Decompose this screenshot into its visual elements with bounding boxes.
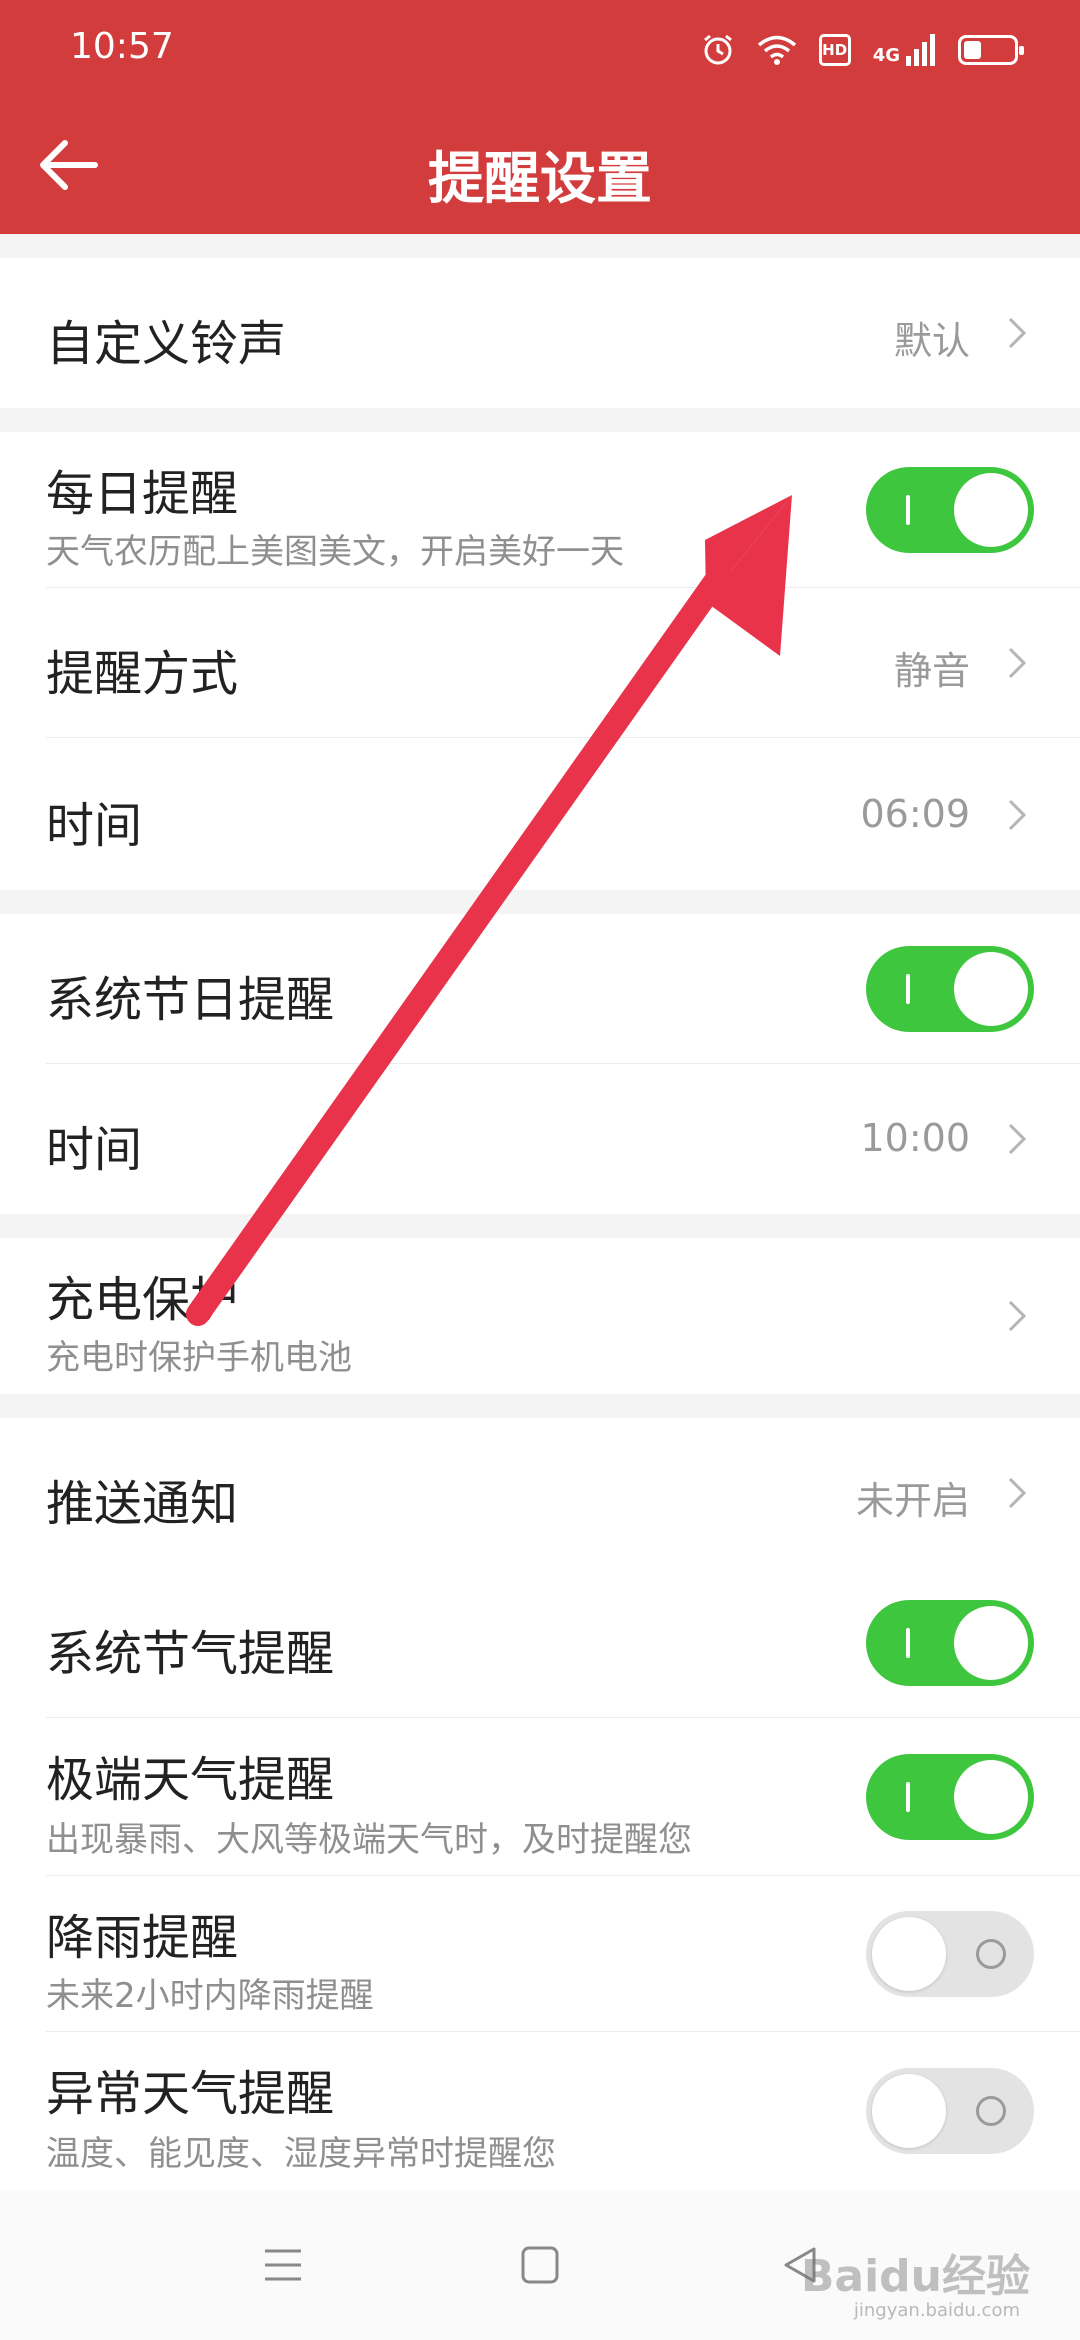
daily-reminder-subtitle: 天气农历配上美图美文，开启美好一天: [46, 532, 624, 572]
charging-protection-row[interactable]: 充电保护 充电时保护手机电池: [0, 1238, 1080, 1394]
custom-ringtone-value: 默认: [893, 319, 970, 363]
solar-term-reminder-toggle[interactable]: [866, 1600, 1034, 1686]
chevron-right-icon: [1008, 1477, 1027, 1509]
extreme-weather-toggle[interactable]: [866, 1754, 1034, 1840]
watermark-url: jingyan.baidu.com: [853, 2300, 1020, 2321]
solar-term-reminder-row: 系统节气提醒: [0, 1568, 1080, 1718]
menu-button[interactable]: [248, 2230, 318, 2300]
chevron-right-icon: [1008, 1300, 1027, 1332]
wifi-icon: [757, 35, 796, 65]
daily-reminder-toggle[interactable]: [866, 467, 1034, 553]
status-time: 10:57: [70, 26, 174, 67]
hd-badge: HD: [818, 34, 851, 66]
watermark-logo: Baidu经验: [800, 2251, 1030, 2302]
status-icons: HD 4G: [701, 28, 1024, 72]
daily-reminder-label: 每日提醒: [46, 466, 239, 522]
push-notification-value: 未开启: [855, 1479, 970, 1523]
holiday-time-label: 时间: [46, 1122, 143, 1178]
rain-reminder-subtitle: 未来2小时内降雨提醒: [46, 1976, 374, 2016]
extreme-weather-label: 极端天气提醒: [46, 1752, 335, 1808]
holiday-reminder-label: 系统节日提醒: [46, 972, 335, 1028]
battery-icon: [958, 35, 1024, 65]
custom-ringtone-label: 自定义铃声: [46, 316, 287, 372]
extreme-weather-subtitle: 出现暴雨、大风等极端天气时，及时提醒您: [46, 1820, 692, 1860]
solar-term-reminder-label: 系统节气提醒: [46, 1626, 335, 1682]
abnormal-weather-row: 异常天气提醒 温度、能见度、湿度异常时提醒您: [0, 2032, 1080, 2190]
custom-ringtone-row[interactable]: 自定义铃声 默认: [0, 258, 1080, 408]
reminder-method-label: 提醒方式: [46, 646, 239, 702]
reminder-method-value: 静音: [893, 649, 970, 693]
extreme-weather-row: 极端天气提醒 出现暴雨、大风等极端天气时，及时提醒您: [0, 1718, 1080, 1876]
holiday-time-row[interactable]: 时间 10:00: [0, 1064, 1080, 1214]
push-notification-row[interactable]: 推送通知 未开启: [0, 1418, 1080, 1568]
chevron-right-icon: [1008, 647, 1027, 679]
abnormal-weather-label: 异常天气提醒: [46, 2066, 335, 2122]
abnormal-weather-subtitle: 温度、能见度、湿度异常时提醒您: [46, 2134, 556, 2174]
chevron-right-icon: [1008, 317, 1027, 349]
signal-icon: 4G: [873, 34, 936, 66]
holiday-reminder-toggle[interactable]: [866, 946, 1034, 1032]
charging-protection-subtitle: 充电时保护手机电池: [46, 1338, 352, 1378]
app-header: 10:57 HD 4G 提醒设置: [0, 0, 1080, 234]
push-notification-label: 推送通知: [46, 1476, 239, 1532]
rain-reminder-label: 降雨提醒: [46, 1910, 239, 1966]
daily-time-value: 06:09: [860, 792, 970, 836]
abnormal-weather-toggle[interactable]: [866, 2068, 1034, 2154]
daily-time-row[interactable]: 时间 06:09: [0, 738, 1080, 890]
menu-icon: [265, 2249, 301, 2281]
daily-reminder-row: 每日提醒 天气农历配上美图美文，开启美好一天: [0, 432, 1080, 588]
holiday-reminder-row: 系统节日提醒: [0, 914, 1080, 1064]
chevron-right-icon: [1008, 799, 1027, 831]
rain-reminder-toggle[interactable]: [866, 1911, 1034, 1997]
daily-time-label: 时间: [46, 798, 143, 854]
home-button[interactable]: [505, 2230, 575, 2300]
reminder-method-row[interactable]: 提醒方式 静音: [0, 588, 1080, 738]
charging-protection-label: 充电保护: [46, 1272, 239, 1328]
home-square-icon: [521, 2246, 559, 2284]
alarm-icon: [703, 34, 732, 65]
holiday-time-value: 10:00: [860, 1116, 970, 1160]
rain-reminder-row: 降雨提醒 未来2小时内降雨提醒: [0, 1876, 1080, 2032]
page-title: 提醒设置: [428, 147, 652, 212]
chevron-right-icon: [1008, 1123, 1027, 1155]
